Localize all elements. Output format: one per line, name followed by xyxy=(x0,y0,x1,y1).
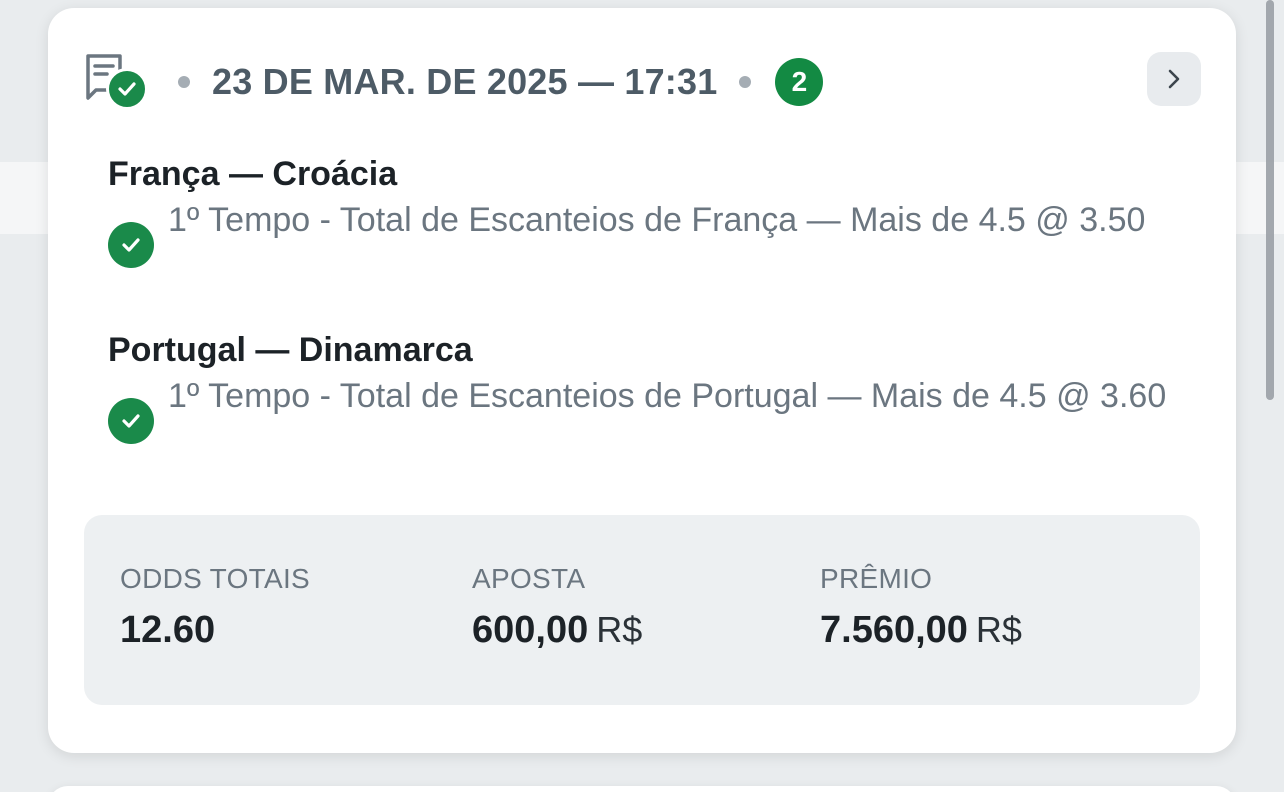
ticket-date-time: 23 DE MAR. DE 2025 — 17:31 xyxy=(212,61,718,102)
scrollbar[interactable] xyxy=(1266,0,1274,400)
stake-label: APOSTA xyxy=(472,563,586,594)
next-ticket-card[interactable] xyxy=(48,786,1236,792)
prize-value: 7.560,00 R$ xyxy=(820,609,1022,651)
ticket-summary: ODDS TOTAIS 12.60 APOSTA 600,00 R$ PRÊMIO… xyxy=(84,515,1200,705)
stake-value: 600,00 R$ xyxy=(472,609,642,651)
check-circle-icon xyxy=(106,68,148,110)
prize: PRÊMIO 7.560,00 R$ xyxy=(820,563,1022,651)
separator-dot xyxy=(739,76,752,88)
total-odds-label: ODDS TOTAIS xyxy=(120,563,311,594)
bet-ticket-card[interactable]: 23 DE MAR. DE 2025 — 17:31 2 França — Cr… xyxy=(48,8,1236,753)
match-title: Portugal — Dinamarca xyxy=(108,331,473,369)
prize-currency: R$ xyxy=(975,609,1022,650)
market-description: 1º Tempo - Total de Escanteios de França… xyxy=(168,201,1146,239)
check-circle-icon xyxy=(108,398,154,444)
separator-dot xyxy=(178,76,190,88)
total-odds: ODDS TOTAIS 12.60 xyxy=(120,563,310,651)
ticket-header: 23 DE MAR. DE 2025 — 17:31 2 xyxy=(82,52,1202,112)
prize-amount: 7.560,00 xyxy=(820,609,968,651)
stake-amount: 600,00 xyxy=(472,609,589,651)
selection-item: França — Croácia 1º Tempo - Total de Esc… xyxy=(108,154,1188,268)
stake: APOSTA 600,00 R$ xyxy=(472,563,642,651)
selection-count-badge: 2 xyxy=(775,58,824,106)
market-description: 1º Tempo - Total de Escanteios de Portug… xyxy=(168,377,1167,415)
market-row: 1º Tempo - Total de Escanteios de Portug… xyxy=(108,374,1188,444)
receipt-check-icon xyxy=(82,52,150,112)
chevron-right-icon xyxy=(1168,69,1180,89)
match-title: França — Croácia xyxy=(108,155,398,193)
selection-item: Portugal — Dinamarca 1º Tempo - Total de… xyxy=(108,330,1188,444)
total-odds-value: 12.60 xyxy=(120,609,310,651)
expand-ticket-button[interactable] xyxy=(1147,52,1201,106)
prize-label: PRÊMIO xyxy=(820,563,933,594)
stake-currency: R$ xyxy=(596,609,643,650)
market-row: 1º Tempo - Total de Escanteios de França… xyxy=(108,198,1188,268)
total-odds-number: 12.60 xyxy=(120,609,216,651)
check-circle-icon xyxy=(108,222,154,268)
